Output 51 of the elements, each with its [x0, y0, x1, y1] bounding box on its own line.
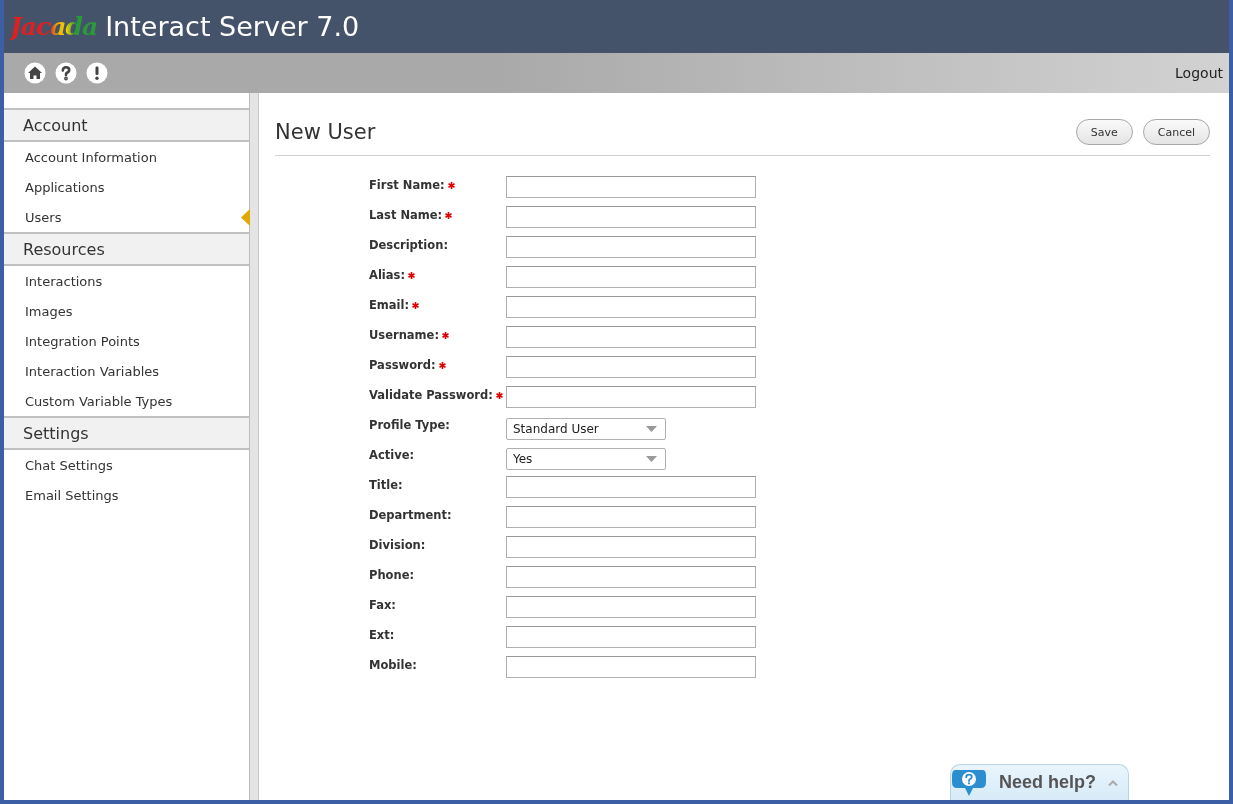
- save-button[interactable]: Save: [1075, 119, 1133, 145]
- dropdown[interactable]: Standard User: [506, 418, 666, 440]
- dropdown-arrow-icon: [646, 426, 657, 432]
- help-icon[interactable]: [55, 62, 77, 84]
- text-field[interactable]: [506, 296, 756, 318]
- field-label: Mobile:: [369, 658, 417, 672]
- page-title: New User: [275, 120, 377, 144]
- field-label: Fax:: [369, 598, 396, 612]
- dropdown[interactable]: Yes: [506, 448, 666, 470]
- field-label: Profile Type:: [369, 418, 450, 432]
- chevron-up-icon: [1108, 779, 1118, 786]
- text-field[interactable]: [506, 326, 756, 348]
- field-label: Ext:: [369, 628, 395, 642]
- field-label: Phone:: [369, 568, 415, 582]
- dropdown-arrow-icon: [646, 456, 657, 462]
- help-bubble-icon: [951, 767, 987, 798]
- text-field[interactable]: [506, 626, 756, 648]
- text-field[interactable]: [506, 356, 756, 378]
- need-help-tab[interactable]: Need help?: [950, 764, 1129, 800]
- text-field[interactable]: [506, 236, 756, 258]
- text-field[interactable]: [506, 536, 756, 558]
- text-field[interactable]: [506, 206, 756, 228]
- field-label: Last Name:: [369, 208, 443, 222]
- field-label: Password:: [369, 358, 436, 372]
- field-label: Alias:: [369, 268, 405, 282]
- home-icon[interactable]: [24, 62, 46, 84]
- text-field[interactable]: [506, 596, 756, 618]
- sidebar-section-header: Resources: [4, 232, 249, 266]
- app-title: Interact Server 7.0: [105, 11, 360, 42]
- text-field[interactable]: [506, 566, 756, 588]
- field-label: Description:: [369, 238, 448, 252]
- field-label: Department:: [369, 508, 452, 522]
- text-field[interactable]: [506, 386, 756, 408]
- field-label: First Name:: [369, 178, 445, 192]
- field-label: Active:: [369, 448, 415, 462]
- text-field[interactable]: [506, 176, 756, 198]
- sidebar-section-header: Account: [4, 108, 249, 142]
- text-field[interactable]: [506, 476, 756, 498]
- text-field[interactable]: [506, 656, 756, 678]
- logout-link[interactable]: Logout: [1175, 65, 1223, 81]
- field-label: Email:: [369, 298, 410, 312]
- exclamation-icon[interactable]: [86, 62, 108, 84]
- field-label: Title:: [369, 478, 403, 492]
- help-label: Need help?: [999, 772, 1096, 793]
- sidebar-section-header: Settings: [4, 416, 249, 450]
- text-field[interactable]: [506, 506, 756, 528]
- field-label: Division:: [369, 538, 426, 552]
- text-field[interactable]: [506, 266, 756, 288]
- field-label: Username:: [369, 328, 439, 342]
- cancel-button[interactable]: Cancel: [1142, 119, 1210, 145]
- field-label: Validate Password:: [369, 388, 493, 402]
